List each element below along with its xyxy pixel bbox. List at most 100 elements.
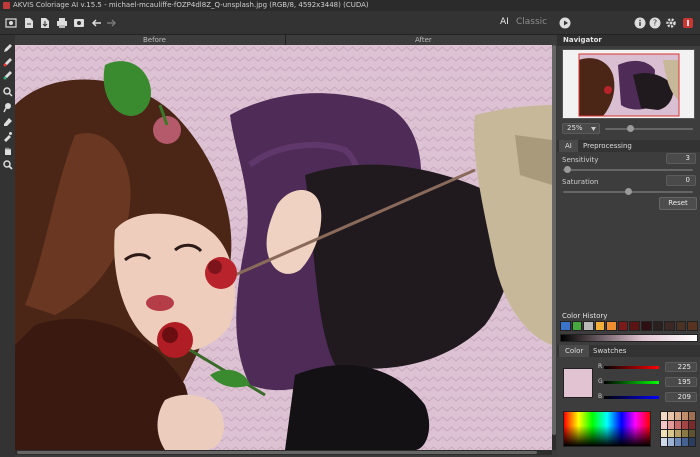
palette-swatch[interactable] [689,438,695,446]
palette-swatch[interactable] [689,429,695,438]
color-gradient-bar[interactable] [560,334,698,342]
green-value-field[interactable]: 195 [665,377,697,387]
history-swatch[interactable] [652,321,664,331]
eraser2-tool-icon[interactable] [2,112,13,126]
photo-illustration [15,45,552,450]
palette-swatch[interactable] [689,412,695,420]
title-bar: AKVIS Coloriage AI v.15.5 - michael-mcau… [0,0,700,11]
palette-swatch[interactable] [675,429,681,438]
vertical-scroll-thumb[interactable] [552,45,556,435]
home-icon[interactable] [4,16,18,30]
settings-tabs: AI Preprocessing [557,140,700,152]
history-swatch[interactable] [675,321,687,331]
history-swatch[interactable] [664,321,675,331]
history-swatch[interactable] [617,321,629,331]
navigator-preview[interactable] [562,49,695,119]
saturation-slider-handle[interactable] [625,188,632,195]
after-tab[interactable]: After [415,35,432,45]
undo-icon[interactable] [90,16,104,30]
palette-swatch[interactable] [682,438,688,446]
brush-tool-icon[interactable] [2,98,13,113]
save-icon[interactable] [38,16,52,30]
canvas-vertical-scrollbar[interactable] [552,45,556,450]
sensitivity-label: Sensitivity [562,156,599,164]
canvas-horizontal-scrollbar[interactable] [15,450,552,455]
batch-icon[interactable] [72,16,86,30]
open-file-icon[interactable] [22,16,36,30]
run-icon[interactable] [558,16,572,30]
color-palette-grid [660,411,696,447]
sensitivity-slider[interactable] [563,169,693,171]
before-after-header: Before After [15,35,556,45]
red-channel-label: R [598,363,603,370]
sensitivity-value-field[interactable]: 3 [666,153,696,164]
palette-swatch[interactable] [689,420,695,429]
palette-swatch[interactable] [661,420,667,429]
palette-swatch[interactable] [682,420,688,429]
history-swatch[interactable] [687,321,698,331]
tab-ai[interactable]: AI [559,140,578,152]
image-canvas[interactable] [15,45,552,450]
red-value-field[interactable]: 225 [665,362,697,372]
palette-swatch[interactable] [661,438,667,446]
before-tab[interactable]: Before [143,35,166,45]
green-channel-label: G [598,378,603,385]
mode-classic-tab[interactable]: Classic [516,17,547,27]
current-color-swatch[interactable] [563,368,593,398]
magic-tube-tool-icon[interactable] [2,66,13,80]
blue-channel-slider[interactable] [604,396,659,399]
eraser-tool-icon[interactable] [2,82,13,97]
zoom-slider[interactable] [605,128,693,130]
palette-swatch[interactable] [675,412,681,420]
pencil-tool-icon[interactable] [2,39,13,52]
palette-swatch[interactable] [675,420,681,429]
zoom-dropdown[interactable]: 25% [562,123,600,134]
palette-swatch[interactable] [668,420,674,429]
palette-swatch[interactable] [668,438,674,446]
palette-swatch[interactable] [661,412,667,420]
palette-swatch[interactable] [668,412,674,420]
print-icon[interactable] [55,16,69,30]
zoom-tool-icon[interactable] [2,155,13,170]
mode-ai-tab[interactable]: AI [500,17,509,27]
eyedropper-tool-icon[interactable] [2,127,13,142]
history-swatch[interactable] [594,321,606,331]
app-logo-icon [3,1,10,9]
horizontal-scroll-thumb[interactable] [17,451,537,454]
color-pencil-tool-icon[interactable] [2,53,13,67]
help-icon[interactable]: ? [648,16,662,30]
reset-button[interactable]: Reset [659,197,697,210]
sensitivity-slider-handle[interactable] [564,166,571,173]
palette-swatch[interactable] [682,412,688,420]
redo-icon[interactable] [104,16,118,30]
saturation-label: Saturation [562,178,599,186]
history-swatch[interactable] [571,321,583,331]
palette-swatch[interactable] [675,438,681,446]
history-swatch[interactable] [583,321,594,331]
settings-icon[interactable] [664,16,678,30]
history-swatch[interactable] [629,321,641,331]
hand-tool-icon[interactable] [2,141,13,155]
tab-swatches[interactable]: Swatches [587,345,632,357]
red-channel-slider[interactable] [604,366,659,369]
info-icon[interactable] [633,16,647,30]
navigator-thumbnail [563,50,694,118]
saturation-value-field[interactable]: 0 [666,175,696,186]
history-swatch[interactable] [606,321,617,331]
palette-swatch[interactable] [668,429,674,438]
right-panel: Navigator 25% AI Preprocessing Sensitivi… [557,35,700,457]
blue-value-field[interactable]: 209 [665,392,697,402]
history-swatch[interactable] [641,321,652,331]
about-icon[interactable] [681,16,695,30]
color-spectrum-picker[interactable] [563,411,651,447]
history-swatch[interactable] [560,321,571,331]
zoom-slider-handle[interactable] [627,125,634,132]
palette-swatch[interactable] [682,429,688,438]
tab-preprocessing[interactable]: Preprocessing [577,140,638,152]
green-channel-slider[interactable] [604,381,659,384]
window-title: AKVIS Coloriage AI v.15.5 - michael-mcau… [13,1,369,9]
top-toolbar: AI Classic ? [0,11,700,35]
tab-color[interactable]: Color [559,345,590,357]
palette-swatch[interactable] [661,429,667,438]
tools-panel [0,35,15,457]
